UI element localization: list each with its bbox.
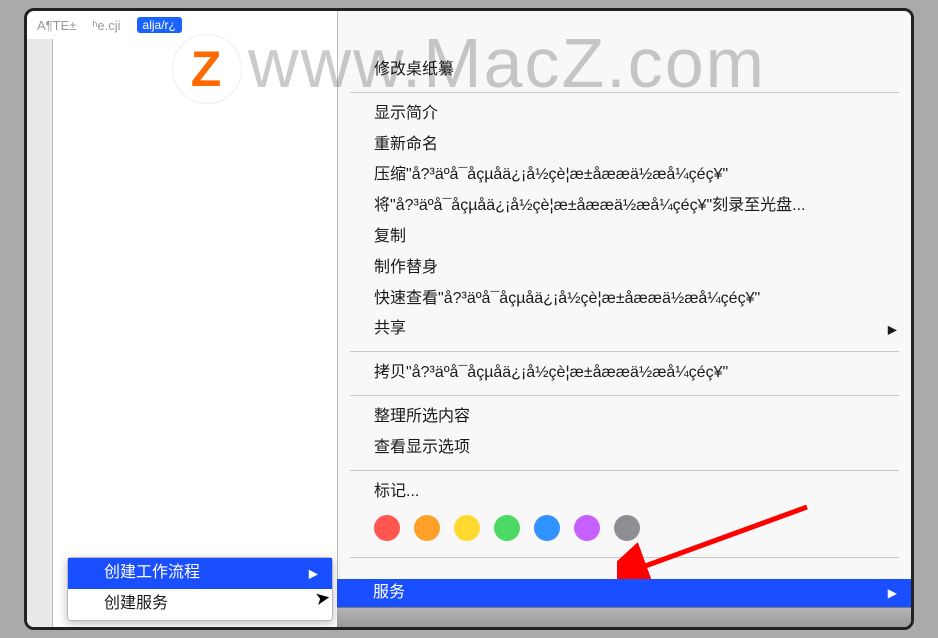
tag-purple[interactable] <box>574 515 600 541</box>
menu-tags-label[interactable]: 标记... <box>338 477 911 508</box>
chevron-right-icon: ▶ <box>309 565 318 584</box>
menu-duplicate[interactable]: 复制 <box>338 222 911 253</box>
menu-change-wallpaper[interactable]: 修改桌纸纂 <box>338 55 911 86</box>
menu-services[interactable]: 服务 ▶ <box>337 579 911 607</box>
services-submenu: 创建工作流程 ▶ 创建服务 <box>67 557 333 621</box>
tag-orange[interactable] <box>414 515 440 541</box>
suffix: " <box>722 166 728 183</box>
label: 共享 <box>374 320 406 337</box>
label: 服务 <box>373 584 405 601</box>
services-row: 服务 ▶ <box>337 579 911 607</box>
menu-share[interactable]: 共享 ▶ <box>338 314 911 345</box>
finder-window-edge <box>27 39 53 627</box>
tag-red[interactable] <box>374 515 400 541</box>
prefix: 将" <box>374 197 396 214</box>
file: å?³äºå¯åçµåä¿¡å½çè¦æ±åææä½æå¼çéç¥ <box>412 166 723 183</box>
menu-view-options[interactable]: 查看显示选项 <box>338 433 911 464</box>
menu-make-alias[interactable]: 制作替身 <box>338 253 911 284</box>
path-segment: ʰe.cji <box>92 18 120 33</box>
menu-burn-to-disc[interactable]: 将"å?³äºå¯åçµåä¿¡å½çè¦æ±åææä½æå¼çéç¥"刻录至光… <box>338 191 911 222</box>
menu-separator <box>350 92 899 93</box>
file: å?³äºå¯åçµåä¿¡å½çè¦æ±åææä½æå¼çéç¥ <box>444 290 755 307</box>
menu-compress[interactable]: 压缩"å?³äºå¯åçµåä¿¡å½çè¦æ±åææä½æå¼çéç¥" <box>338 160 911 191</box>
tag-gray[interactable] <box>614 515 640 541</box>
tag-green[interactable] <box>494 515 520 541</box>
context-menu: 修改桌纸纂 显示简介 重新命名 压缩"å?³äºå¯åçµåä¿¡å½çè¦æ±… <box>337 11 911 579</box>
suffix: "刻录至光盘... <box>706 197 805 214</box>
prefix: 拷贝" <box>374 364 412 381</box>
prefix: 压缩" <box>374 166 412 183</box>
prefix: 快速查看" <box>374 290 444 307</box>
suffix: " <box>754 290 760 307</box>
watermark-logo-icon: Z <box>172 34 242 104</box>
menu-clean-up-selection[interactable]: 整理所选内容 <box>338 402 911 433</box>
path-segment: A¶TE± <box>37 18 76 33</box>
suffix: " <box>722 364 728 381</box>
menu-get-info[interactable]: 显示简介 <box>338 99 911 130</box>
menu-rename[interactable]: 重新命名 <box>338 130 911 161</box>
selected-file[interactable]: alja/r¿ <box>137 17 182 33</box>
window-titlebar-below <box>337 607 911 627</box>
menu-separator <box>350 557 899 558</box>
file: å?³äºå¯åçµåä¿¡å½çè¦æ±åææä½æå¼çéç¥ <box>396 197 707 214</box>
menu-quick-look[interactable]: 快速查看"å?³äºå¯åçµåä¿¡å½çè¦æ±åææä½æå¼çéç¥" <box>338 284 911 315</box>
chevron-right-icon: ▶ <box>888 320 897 339</box>
menu-copy[interactable]: 拷贝"å?³äºå¯åçµåä¿¡å½çè¦æ±åææä½æå¼çéç¥" <box>338 358 911 389</box>
file: å?³äºå¯åçµåä¿¡å½çè¦æ±åææä½æå¼çéç¥ <box>412 364 723 381</box>
menu-separator <box>350 470 899 471</box>
chevron-right-icon: ▶ <box>888 582 897 604</box>
menu-separator <box>350 351 899 352</box>
menu-separator <box>350 395 899 396</box>
tag-yellow[interactable] <box>454 515 480 541</box>
tag-blue[interactable] <box>534 515 560 541</box>
label: 创建工作流程 <box>104 564 200 581</box>
tag-color-row <box>338 507 911 551</box>
submenu-create-service[interactable]: 创建服务 <box>68 589 332 620</box>
submenu-create-workflow[interactable]: 创建工作流程 ▶ <box>68 558 332 589</box>
